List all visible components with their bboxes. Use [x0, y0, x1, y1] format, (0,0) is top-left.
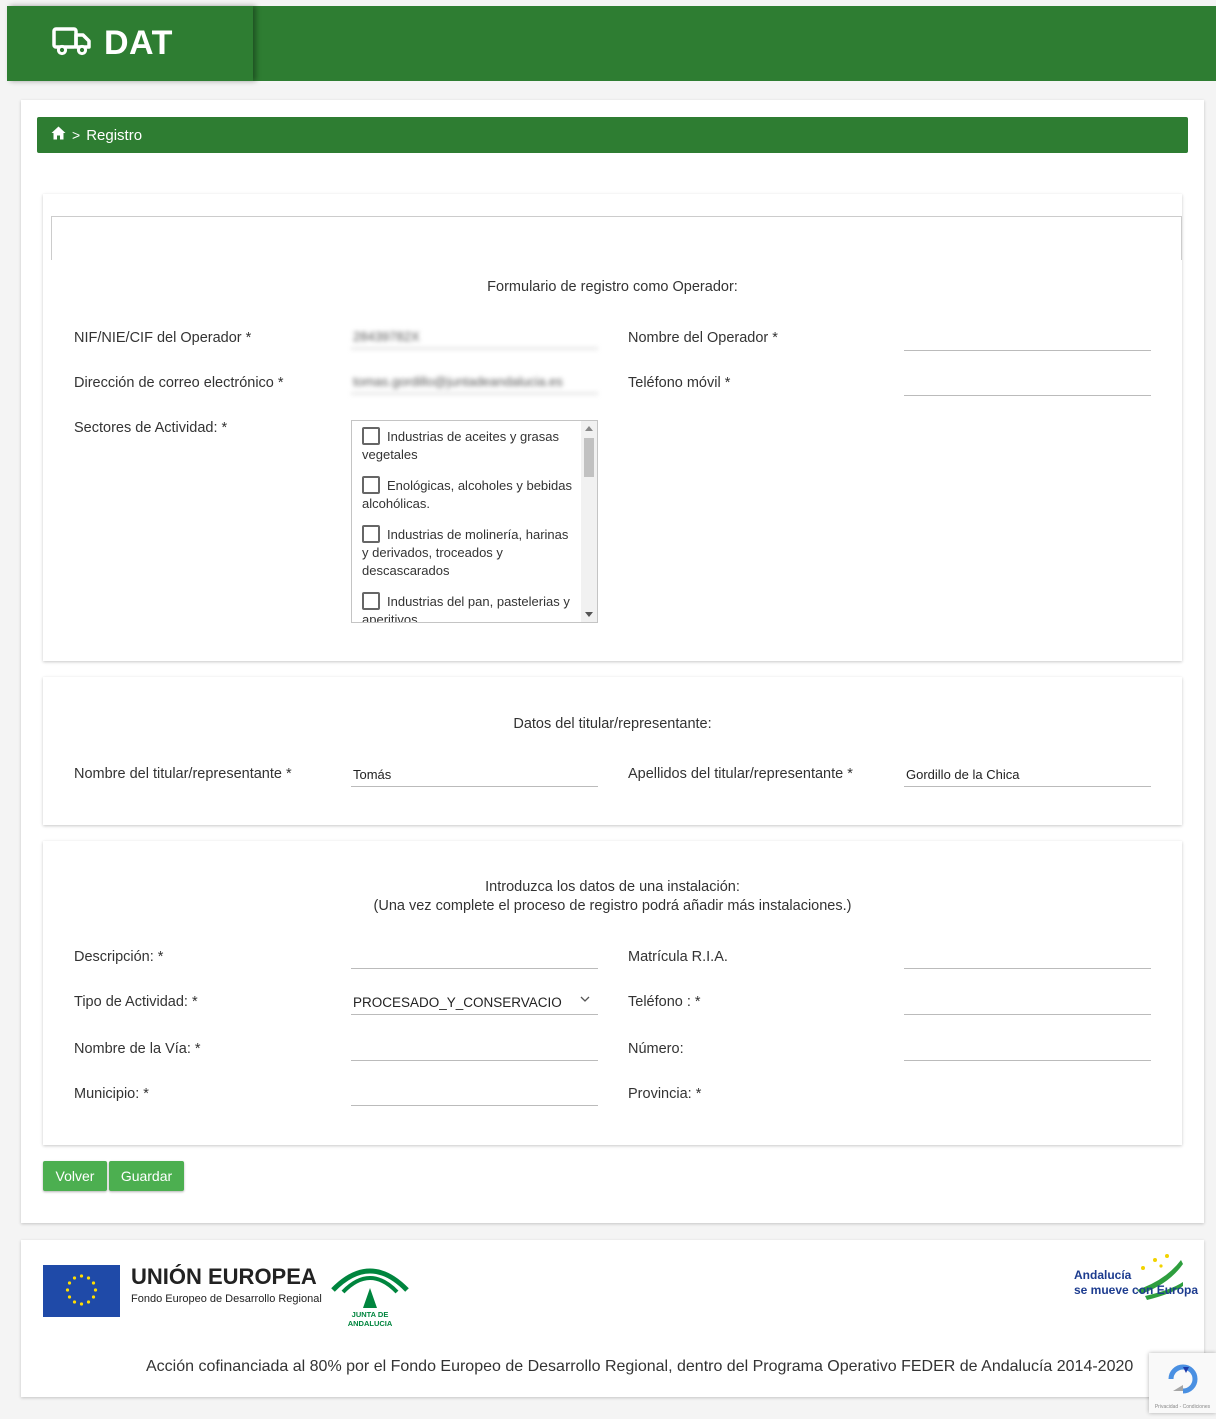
top-app-bar: DAT — [7, 6, 1216, 81]
sector-checkbox[interactable] — [362, 592, 380, 610]
sector-label: Enológicas, alcoholes y bebidas alcohóli… — [362, 478, 573, 511]
footer: UNIÓN EUROPEA Fondo Europeo de Desarroll… — [21, 1240, 1204, 1397]
municipio-field[interactable] — [351, 1078, 598, 1106]
nif-label: NIF/NIE/CIF del Operador * — [74, 330, 252, 346]
tipo-actividad-value: PROCESADO_Y_CONSERVACIO — [353, 995, 562, 1010]
titular-nombre-field[interactable]: Tomás — [351, 759, 598, 787]
via-field[interactable] — [351, 1033, 598, 1061]
brand[interactable]: DAT — [7, 6, 253, 81]
sector-checkbox[interactable] — [362, 525, 380, 543]
titular-apellidos-label: Apellidos del titular/representante * — [628, 766, 853, 782]
home-icon[interactable] — [51, 126, 66, 144]
instalacion-card: Introduzca los datos de una instalación:… — [43, 841, 1182, 1145]
matricula-field[interactable] — [904, 941, 1151, 969]
nif-field[interactable]: 28439782X — [351, 321, 598, 349]
breadcrumb-current: Registro — [86, 126, 143, 144]
volver-button[interactable]: Volver — [43, 1161, 107, 1191]
eu-subtitle: Fondo Europeo de Desarrollo Regional — [131, 1293, 322, 1305]
titular-section-title: Datos del titular/representante: — [513, 716, 712, 732]
scroll-thumb[interactable] — [584, 438, 594, 477]
descripcion-label: Descripción: * — [74, 949, 164, 965]
sector-checkbox[interactable] — [362, 427, 380, 445]
sectores-label: Sectores de Actividad: * — [74, 420, 228, 436]
instalacion-title-line1: Introduzca los datos de una instalación: — [485, 879, 740, 895]
main-panel: > Registro Formulario de registro como O… — [21, 100, 1204, 1223]
breadcrumb: > Registro — [37, 117, 1188, 153]
list-item[interactable]: Industrias de aceites y grasas vegetales — [352, 421, 597, 464]
telefono-label: Teléfono : * — [628, 994, 701, 1010]
junta-text: JUNTA DE ANDALUCIA — [347, 1310, 393, 1328]
operator-section-title: Formulario de registro como Operador: — [487, 279, 738, 295]
municipio-label: Municipio: * — [74, 1086, 149, 1102]
provincia-label: Provincia: * — [628, 1086, 702, 1102]
andalucia-line1: Andalucía — [1074, 1268, 1132, 1282]
andalucia-line2: se mueve con Europa — [1074, 1283, 1199, 1297]
recaptcha-badge[interactable]: Privacidad - Condiciones — [1149, 1353, 1216, 1413]
telefono-movil-label: Teléfono móvil * — [628, 375, 731, 391]
list-item[interactable]: Industrias del pan, pastelerias y aperit… — [352, 580, 597, 623]
titular-apellidos-field[interactable]: Gordillo de la Chica — [904, 759, 1151, 787]
chevron-down-icon — [580, 993, 590, 1005]
breadcrumb-separator: > — [72, 127, 81, 143]
titular-nombre-label: Nombre del titular/representante * — [74, 766, 292, 782]
sector-label: Industrias del pan, pastelerias y aperit… — [362, 594, 570, 623]
listbox-scrollbar[interactable] — [581, 421, 597, 622]
telefono-field[interactable] — [904, 987, 1151, 1015]
scroll-down-icon[interactable] — [585, 612, 593, 617]
eu-flag-logo — [43, 1265, 120, 1317]
tipo-actividad-label: Tipo de Actividad: * — [74, 994, 198, 1010]
sectores-listbox[interactable]: Industrias de aceites y grasas vegetales… — [351, 420, 598, 623]
telefono-movil-field[interactable] — [904, 368, 1151, 396]
instalacion-title-line2: (Una vez complete el proceso de registro… — [373, 898, 852, 914]
list-item[interactable]: Industrias de molinería, harinas y deriv… — [352, 513, 597, 580]
numero-field[interactable] — [904, 1033, 1151, 1061]
via-label: Nombre de la Vía: * — [74, 1041, 201, 1057]
inner-frame — [51, 216, 1182, 260]
email-field[interactable]: tomas.gordillo@juntadeandalucia.es — [351, 366, 598, 394]
descripcion-field[interactable] — [351, 941, 598, 969]
scroll-up-icon[interactable] — [585, 426, 593, 431]
email-label: Dirección de correo electrónico * — [74, 375, 284, 391]
sector-checkbox[interactable] — [362, 476, 380, 494]
sector-label: Industrias de molinería, harinas y deriv… — [362, 527, 569, 578]
guardar-button[interactable]: Guardar — [109, 1161, 184, 1191]
matricula-label: Matrícula R.I.A. — [628, 949, 728, 965]
recaptcha-icon — [1149, 1364, 1216, 1405]
nombre-operador-label: Nombre del Operador * — [628, 330, 778, 346]
numero-label: Número: — [628, 1041, 684, 1057]
sector-label: Industrias de aceites y grasas vegetales — [362, 429, 559, 462]
tipo-actividad-select[interactable]: PROCESADO_Y_CONSERVACIO — [351, 987, 598, 1015]
cofinancing-note: Acción cofinanciada al 80% por el Fondo … — [146, 1358, 1134, 1375]
operator-card: Formulario de registro como Operador: NI… — [43, 194, 1182, 661]
titular-card: Datos del titular/representante: Nombre … — [43, 677, 1182, 825]
nombre-operador-field[interactable] — [904, 323, 1151, 351]
recaptcha-text: Privacidad - Condiciones — [1154, 1404, 1211, 1410]
list-item[interactable]: Enológicas, alcoholes y bebidas alcohóli… — [352, 464, 597, 513]
eu-title: UNIÓN EUROPEA — [131, 1264, 317, 1289]
truck-icon — [52, 26, 92, 61]
app-title: DAT — [104, 24, 173, 62]
